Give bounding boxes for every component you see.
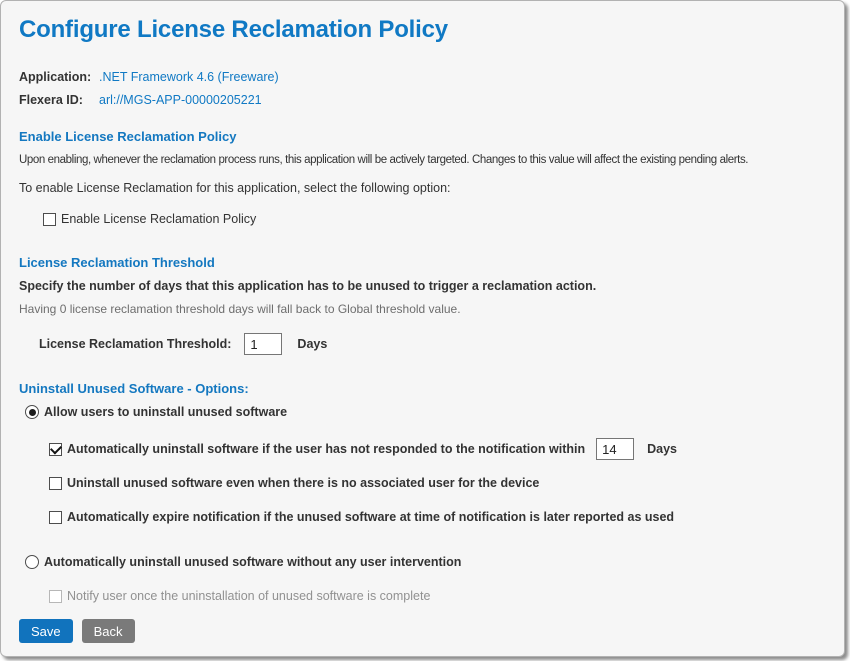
notify-user-checkbox bbox=[49, 590, 62, 603]
no-user-checkbox-row: Uninstall unused software even when ther… bbox=[49, 475, 826, 491]
enable-policy-heading: Enable License Reclamation Policy bbox=[19, 129, 826, 145]
enable-policy-checkbox-label[interactable]: Enable License Reclamation Policy bbox=[61, 212, 256, 226]
auto-uninstall-days-unit: Days bbox=[647, 442, 677, 456]
uninstall-options-heading: Uninstall Unused Software - Options: bbox=[19, 381, 826, 397]
application-row: Application: .NET Framework 4.6 (Freewar… bbox=[19, 65, 826, 88]
application-label: Application: bbox=[19, 70, 99, 84]
back-button[interactable]: Back bbox=[82, 619, 135, 643]
threshold-section: License Reclamation Threshold Specify th… bbox=[19, 255, 826, 355]
no-user-checkbox-label[interactable]: Uninstall unused software even when ther… bbox=[67, 476, 539, 490]
allow-users-radio-label[interactable]: Allow users to uninstall unused software bbox=[44, 405, 287, 419]
auto-uninstall-checkbox-label[interactable]: Automatically uninstall software if the … bbox=[67, 442, 585, 456]
expire-notification-checkbox-label[interactable]: Automatically expire notification if the… bbox=[67, 510, 674, 524]
enable-policy-section: Enable License Reclamation Policy Upon e… bbox=[19, 129, 826, 227]
enable-policy-checkbox[interactable] bbox=[43, 213, 56, 226]
notify-user-checkbox-row: Notify user once the uninstallation of u… bbox=[49, 588, 826, 604]
threshold-note: Having 0 license reclamation threshold d… bbox=[19, 302, 826, 316]
footer-buttons: Save Back bbox=[19, 619, 135, 643]
allow-users-radio-row: Allow users to uninstall unused software bbox=[25, 403, 826, 421]
configure-license-reclamation-dialog: Configure License Reclamation Policy App… bbox=[0, 0, 845, 657]
flexera-id-label: Flexera ID: bbox=[19, 93, 99, 107]
page-title: Configure License Reclamation Policy bbox=[19, 15, 826, 45]
expire-notification-checkbox-row: Automatically expire notification if the… bbox=[49, 509, 826, 525]
threshold-heading: License Reclamation Threshold bbox=[19, 255, 826, 271]
enable-policy-instruction: To enable License Reclamation for this a… bbox=[19, 181, 826, 196]
auto-uninstall-checkbox[interactable] bbox=[49, 443, 62, 456]
no-user-checkbox[interactable] bbox=[49, 477, 62, 490]
threshold-days-unit: Days bbox=[297, 337, 327, 351]
auto-uninstall-checkbox-row: Automatically uninstall software if the … bbox=[49, 437, 826, 461]
threshold-field-row: License Reclamation Threshold: Days bbox=[39, 333, 826, 355]
auto-no-intervention-radio-label[interactable]: Automatically uninstall unused software … bbox=[44, 555, 461, 569]
save-button[interactable]: Save bbox=[19, 619, 73, 643]
enable-policy-description: Upon enabling, whenever the reclamation … bbox=[19, 153, 826, 168]
enable-policy-checkbox-row: Enable License Reclamation Policy bbox=[43, 211, 826, 227]
threshold-field-label: License Reclamation Threshold: bbox=[39, 337, 231, 351]
application-link[interactable]: .NET Framework 4.6 (Freeware) bbox=[99, 70, 279, 84]
allow-users-radio[interactable] bbox=[25, 405, 39, 419]
flexera-id-row: Flexera ID: arl://MGS-APP-00000205221 bbox=[19, 88, 826, 111]
auto-no-intervention-radio[interactable] bbox=[25, 555, 39, 569]
threshold-days-input[interactable] bbox=[244, 333, 282, 355]
auto-no-intervention-radio-row: Automatically uninstall unused software … bbox=[25, 553, 826, 571]
flexera-id-link[interactable]: arl://MGS-APP-00000205221 bbox=[99, 93, 262, 107]
uninstall-options-section: Uninstall Unused Software - Options: All… bbox=[19, 381, 826, 604]
auto-uninstall-days-input[interactable] bbox=[596, 438, 634, 460]
expire-notification-checkbox[interactable] bbox=[49, 511, 62, 524]
threshold-description: Specify the number of days that this app… bbox=[19, 279, 826, 294]
notify-user-checkbox-label: Notify user once the uninstallation of u… bbox=[67, 589, 430, 603]
